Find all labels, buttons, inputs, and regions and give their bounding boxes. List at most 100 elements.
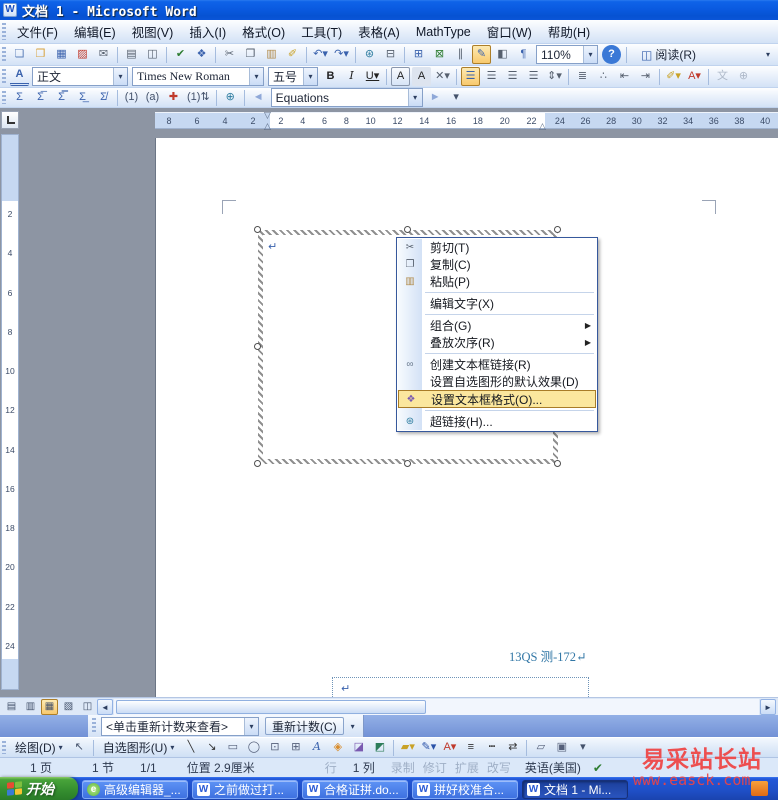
vertical-ruler[interactable]: 2 4 6 8 10 12 14 16 18 20 22 24 (1, 134, 19, 690)
new-document-icon[interactable]: ❏ (10, 45, 29, 64)
toolbar-options-icon[interactable]: ▾ (762, 50, 774, 59)
style-combo[interactable]: 正文 ▾ (32, 67, 128, 86)
draw-menu-button[interactable]: 绘图(D) ▾ (9, 739, 69, 757)
tab-selector[interactable] (1, 111, 19, 129)
menu-item-group[interactable]: 组合(G) ▶ (398, 317, 596, 334)
highlight-color-button[interactable]: ✐▾ (664, 67, 683, 86)
chevron-down-icon[interactable]: ▾ (249, 68, 263, 85)
paste-toolbar-icon[interactable]: ▥ (262, 45, 281, 64)
menu-item[interactable]: 编辑(E) (66, 20, 124, 43)
font-color-button[interactable]: A▾ (685, 67, 704, 86)
draw-arrow-icon[interactable]: ↘ (202, 738, 221, 757)
font-combo[interactable]: Times New Roman ▾ (132, 67, 264, 86)
toolbar-options-icon[interactable]: ▾ (573, 738, 592, 757)
decrease-indent-icon[interactable]: ⇤ (615, 67, 634, 86)
draw-font-color-button[interactable]: A▾ (440, 738, 459, 757)
mt-insert-reference-icon[interactable]: (a) (143, 88, 162, 107)
dash-style-icon[interactable]: ┅ (482, 738, 501, 757)
insert-excel-icon[interactable]: ⊠ (430, 45, 449, 64)
bullets-icon[interactable]: ∴ (594, 67, 613, 86)
resize-handle-ne[interactable] (554, 226, 561, 233)
resize-handle-sw[interactable] (254, 460, 261, 467)
char-border-icon[interactable]: A (391, 67, 410, 86)
menu-item[interactable]: 工具(T) (293, 20, 350, 43)
enclose-characters-icon[interactable]: ⊕ (734, 67, 753, 86)
toolbar-drag-handle[interactable] (2, 90, 6, 105)
menu-item-hyperlink[interactable]: ⊛ 超链接(H)... (398, 413, 596, 430)
view-print-layout-button[interactable]: ▦ (41, 698, 58, 715)
toolbar-drag-handle[interactable] (92, 718, 96, 734)
align-center-button[interactable]: ☰ (482, 67, 501, 86)
taskbar-task-button[interactable]: e 高级编辑器_... (82, 780, 188, 799)
mt-convert-equations-icon[interactable]: Σ̸ (94, 88, 113, 107)
arrow-style-icon[interactable]: ⇄ (503, 738, 522, 757)
mt-right-numbered-equation-icon[interactable]: Σ̿ (52, 88, 71, 107)
toolbar-drag-handle[interactable] (2, 47, 6, 62)
fill-color-button[interactable]: ▰▾ (398, 738, 417, 757)
align-right-button[interactable]: ☰ (503, 67, 522, 86)
menu-item[interactable]: 窗口(W) (479, 20, 540, 43)
help-icon[interactable]: ? (602, 45, 621, 64)
undo-button[interactable]: ↶▾ (311, 45, 330, 64)
mt-prev-equation-icon[interactable]: ◄ (249, 88, 268, 107)
text-box-icon[interactable]: ⊡ (265, 738, 284, 757)
menu-item[interactable]: 帮助(H) (540, 20, 598, 43)
chevron-down-icon[interactable]: ▾ (113, 68, 127, 85)
threed-style-icon[interactable]: ▣ (552, 738, 571, 757)
show-hide-marks-icon[interactable]: ¶ (514, 45, 533, 64)
resize-handle-nw[interactable] (254, 226, 261, 233)
mt-left-numbered-equation-icon[interactable]: Σ̲ (73, 88, 92, 107)
zoom-combo[interactable]: 110% ▾ (536, 45, 598, 64)
insert-picture-icon[interactable]: ◩ (370, 738, 389, 757)
align-justify-button[interactable]: ☰ (461, 67, 480, 86)
toolbar-options-icon[interactable]: ▾ (447, 88, 466, 107)
equations-combo[interactable]: Equations ▾ (270, 88, 423, 107)
menu-item-paste[interactable]: ▥ 粘贴(P) (398, 273, 596, 290)
taskbar-task-button[interactable]: W 拼好校准合... (412, 780, 518, 799)
tables-borders-icon[interactable]: ⊟ (381, 45, 400, 64)
chevron-down-icon[interactable]: ▾ (244, 717, 258, 735)
font-size-combo[interactable]: 五号 ▾ (268, 67, 318, 86)
mt-inline-equation-icon[interactable]: Σ (10, 88, 29, 107)
underline-button[interactable]: U▾ (363, 67, 382, 86)
menu-item-format-textbox[interactable]: ❖ 设置文本框格式(O)... (398, 390, 596, 408)
increase-indent-icon[interactable]: ⇥ (636, 67, 655, 86)
save-icon[interactable]: ▦ (52, 45, 71, 64)
menu-item-copy[interactable]: ❐ 复制(C) (398, 256, 596, 273)
bold-button[interactable]: B (321, 67, 340, 86)
diagram-icon[interactable]: ◈ (328, 738, 347, 757)
menu-item[interactable]: 视图(V) (124, 20, 182, 43)
wordart-icon[interactable]: A (307, 738, 326, 757)
char-scale-icon[interactable]: ✕▾ (433, 67, 452, 86)
pinyin-guide-icon[interactable]: 文 (713, 67, 732, 86)
menu-item[interactable]: 格式(O) (234, 20, 293, 43)
scroll-right-icon[interactable]: ► (760, 698, 776, 715)
tray-icon[interactable] (751, 781, 768, 796)
chevron-down-icon[interactable]: ▾ (407, 89, 422, 106)
resize-handle-se[interactable] (554, 460, 561, 467)
mt-next-equation-icon[interactable]: ► (426, 88, 445, 107)
mt-export-web-icon[interactable]: ⊕ (221, 88, 240, 107)
align-distribute-button[interactable]: ☰ (524, 67, 543, 86)
styles-pane-icon[interactable]: A (10, 67, 29, 86)
view-reading-button[interactable]: ◫ (79, 699, 96, 715)
rectangle-icon[interactable]: ▭ (223, 738, 242, 757)
mt-update-numbers-icon[interactable]: (1)⇅ (185, 88, 212, 107)
resize-handle-w[interactable] (254, 343, 261, 350)
line-spacing-button[interactable]: ⇕▾ (545, 67, 564, 86)
hanging-indent-marker[interactable]: △ (264, 122, 271, 131)
clip-art-icon[interactable]: ◪ (349, 738, 368, 757)
resize-handle-s[interactable] (404, 460, 411, 467)
format-painter-icon[interactable]: ✐ (283, 45, 302, 64)
draw-line-icon[interactable]: ╲ (181, 738, 200, 757)
insert-table-icon[interactable]: ⊞ (409, 45, 428, 64)
word-count-combo[interactable]: <单击重新计数来查看> ▾ (101, 716, 259, 736)
view-outline-button[interactable]: ▧ (60, 699, 77, 715)
columns-icon[interactable]: ∥ (451, 45, 470, 64)
redo-button[interactable]: ↷▾ (332, 45, 351, 64)
line-color-button[interactable]: ✎▾ (419, 738, 438, 757)
chevron-down-icon[interactable]: ▾ (583, 46, 597, 63)
numbering-icon[interactable]: ≣ (573, 67, 592, 86)
spelling-icon[interactable]: ✔ (171, 45, 190, 64)
menu-item-cut[interactable]: ✂ 剪切(T) (398, 239, 596, 256)
